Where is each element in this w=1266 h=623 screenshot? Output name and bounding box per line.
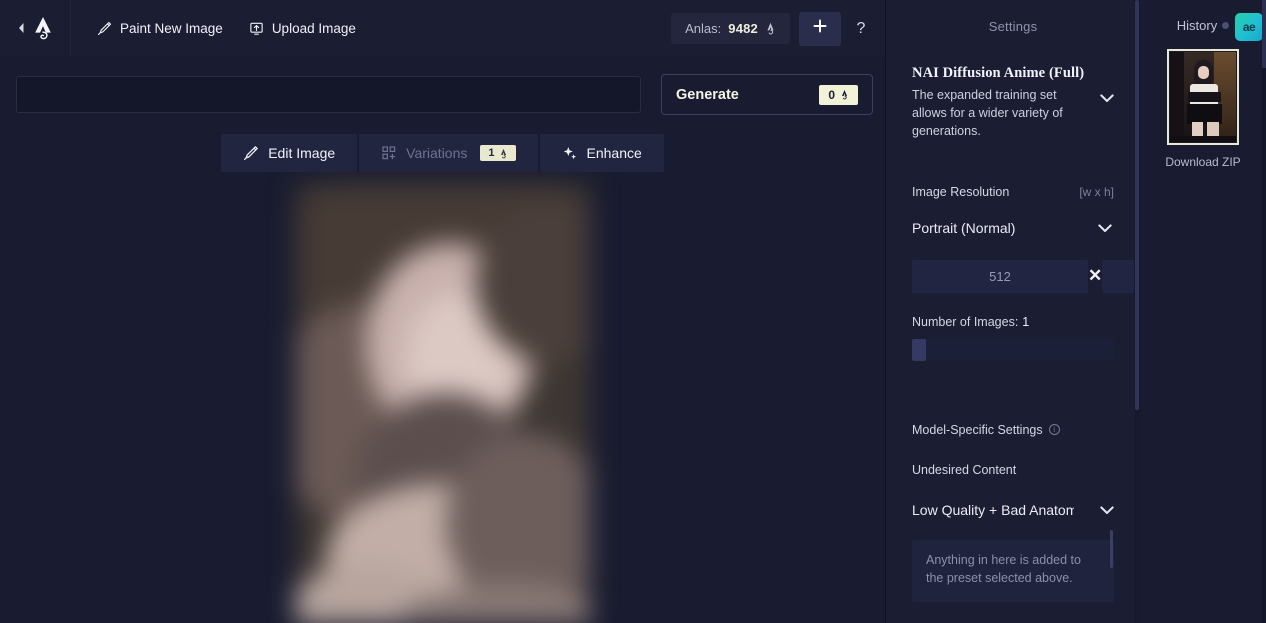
image-resolution-hint: [w x h]: [1079, 184, 1114, 199]
history-status-dot: [1222, 22, 1230, 29]
chevron-down-icon: [1100, 502, 1114, 518]
history-thumbnail-item[interactable]: [1167, 49, 1239, 145]
history-thumbnail-1: [1170, 52, 1236, 142]
undesired-content-preset-select[interactable]: Low Quality + Bad Anatomy: [912, 495, 1114, 525]
paint-new-image-button[interactable]: Paint New Image: [87, 14, 233, 43]
help-button[interactable]: ?: [845, 12, 877, 46]
slider-handle[interactable]: [912, 338, 926, 361]
tab-variations[interactable]: Variations 1: [359, 134, 538, 172]
anlas-icon: [765, 22, 776, 35]
number-of-images-label: Number of Images:: [912, 314, 1019, 329]
generated-image[interactable]: [295, 183, 590, 623]
generate-button[interactable]: Generate 0: [661, 74, 873, 115]
anlas-icon: [840, 89, 849, 100]
anlas-balance[interactable]: Anlas: 9482: [671, 13, 790, 44]
resolution-preset-select[interactable]: Portrait (Normal): [912, 213, 1114, 243]
info-icon[interactable]: i: [1048, 424, 1060, 435]
number-of-images-slider[interactable]: [912, 338, 1114, 361]
textarea-scrollbar[interactable]: [1110, 530, 1113, 568]
undesired-content-label: Undesired Content: [912, 462, 1017, 477]
novelai-quill-logo[interactable]: [32, 16, 54, 40]
download-zip-button[interactable]: Download ZIP: [1140, 155, 1266, 169]
topbar-right-group: Anlas: 9482 ?: [671, 0, 877, 57]
image-canvas-area: [0, 172, 885, 623]
tab-edit-image-label: Edit Image: [268, 145, 336, 161]
paint-new-image-label: Paint New Image: [120, 20, 223, 36]
prompt-row: Generate 0: [0, 57, 885, 115]
toolbar-actions: Paint New Image Upload Image: [87, 14, 366, 43]
settings-panel-title: Settings: [988, 19, 1038, 34]
image-action-tabs: Edit Image Variations 1 Enhance: [0, 134, 885, 172]
paintbrush-icon: [97, 21, 112, 36]
anlas-label: Anlas:: [685, 21, 722, 36]
sparkle-icon: [562, 145, 578, 161]
settings-panel: Settings NAI Diffusion Anime (Full) The …: [886, 0, 1140, 623]
chevron-left-icon[interactable]: [16, 22, 26, 34]
model-specific-settings-row: Model-Specific Settings i: [912, 423, 1114, 437]
model-selector[interactable]: NAI Diffusion Anime (Full) The expanded …: [912, 64, 1114, 141]
add-anlas-button[interactable]: [799, 11, 841, 46]
main-workspace-column: Paint New Image Upload Image Anlas: 9482…: [0, 0, 886, 623]
upload-image-button[interactable]: Upload Image: [239, 14, 366, 43]
chevron-down-icon[interactable]: [1100, 90, 1114, 108]
settings-scrollbar-thumb[interactable]: [1135, 0, 1139, 410]
settings-scroll-body: NAI Diffusion Anime (Full) The expanded …: [886, 46, 1140, 623]
generate-cost-badge: 0: [819, 84, 858, 105]
history-title: History: [1176, 18, 1218, 33]
undesired-content-textarea[interactable]: [912, 539, 1114, 602]
image-resolution-row: Image Resolution [w x h]: [912, 185, 1114, 199]
generate-label: Generate: [676, 86, 739, 103]
anlas-value: 9482: [728, 21, 758, 36]
model-name: NAI Diffusion Anime (Full): [912, 65, 1085, 81]
top-toolbar: Paint New Image Upload Image Anlas: 9482…: [0, 0, 885, 57]
pencil-edit-icon: [243, 145, 259, 161]
model-description: The expanded training set allows for a w…: [912, 88, 1063, 139]
chevron-down-icon: [1098, 220, 1112, 236]
novelai-image-generation-app: Paint New Image Upload Image Anlas: 9482…: [0, 0, 1266, 623]
number-of-images-value: 1: [1022, 314, 1030, 329]
prompt-input[interactable]: [16, 76, 641, 113]
variations-cost-badge: 1: [480, 145, 516, 161]
image-resolution-label: Image Resolution: [912, 184, 1010, 199]
upload-image-label: Upload Image: [271, 20, 356, 36]
tab-variations-label: Variations: [406, 145, 468, 161]
plus-icon: [812, 18, 828, 39]
ae-badge[interactable]: ae: [1235, 13, 1263, 41]
history-scrollbar-thumb[interactable]: [1262, 0, 1266, 68]
dimension-row: ✕: [912, 259, 1140, 293]
dimension-separator: ✕: [1088, 266, 1103, 285]
model-text: NAI Diffusion Anime (Full) The expanded …: [912, 64, 1092, 141]
tab-enhance-label: Enhance: [586, 145, 642, 161]
tab-enhance[interactable]: Enhance: [539, 134, 664, 172]
variations-cost-value: 1: [488, 147, 495, 159]
logo-zone: [0, 0, 71, 57]
resolution-preset-value: Portrait (Normal): [912, 219, 1016, 236]
model-specific-settings-label: Model-Specific Settings: [912, 422, 1043, 437]
tab-edit-image[interactable]: Edit Image: [221, 134, 358, 172]
variations-grid-icon: [381, 145, 397, 161]
upload-image-icon: [249, 21, 264, 36]
generate-cost-value: 0: [828, 87, 835, 102]
history-scrollbar[interactable]: [1262, 0, 1266, 623]
number-of-images-row: Number of Images: 1: [912, 315, 1114, 329]
anlas-icon: [499, 148, 508, 159]
width-input[interactable]: [912, 259, 1088, 293]
history-panel: History ae Download ZIP: [1140, 0, 1266, 623]
undesired-content-preset-value: Low Quality + Bad Anatomy: [912, 501, 1074, 518]
